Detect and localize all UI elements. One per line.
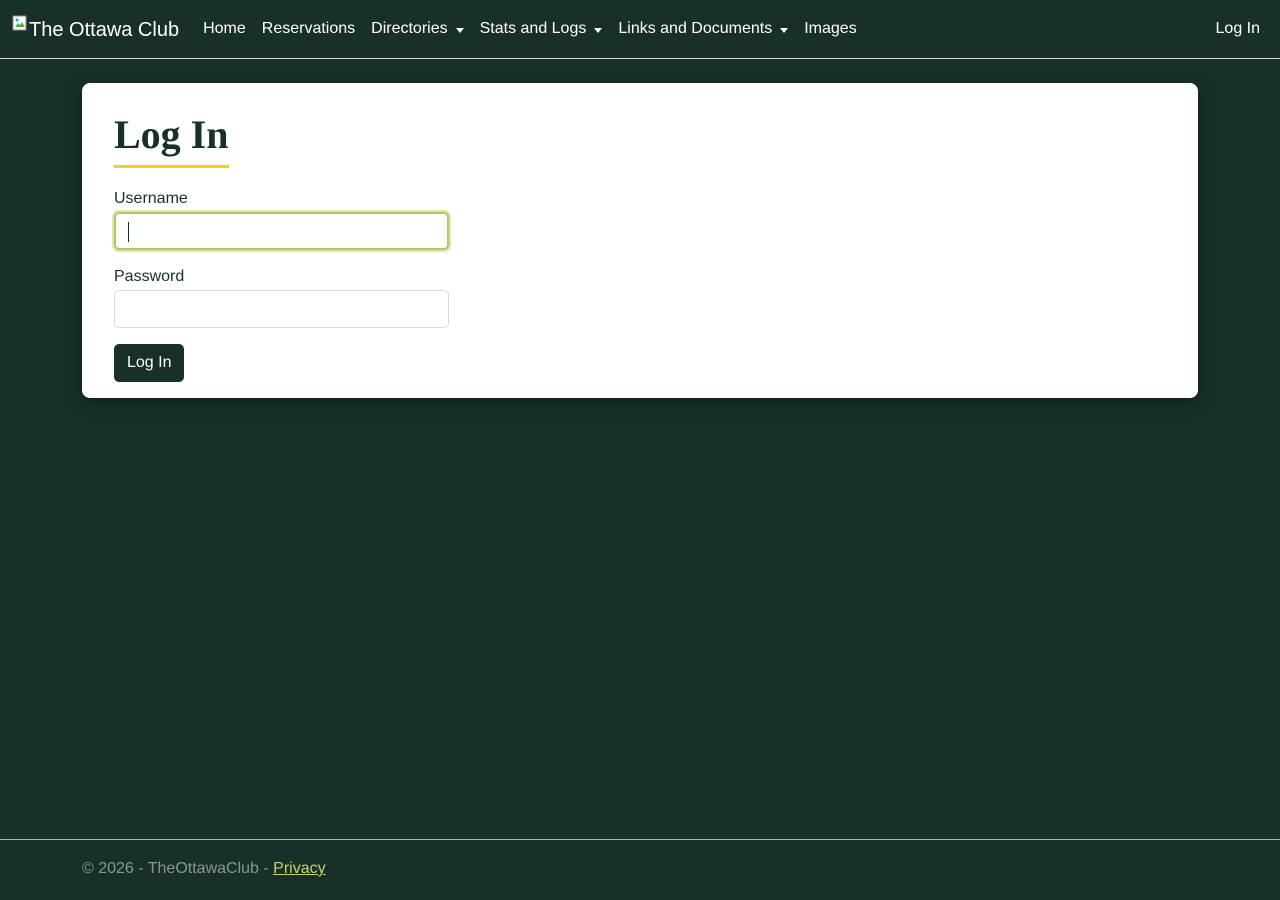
brand-link[interactable]: The Ottawa Club	[12, 15, 180, 42]
broken-image-icon	[12, 15, 27, 31]
nav-reservations-label: Reservations	[261, 20, 356, 37]
privacy-link[interactable]: Privacy	[273, 860, 325, 877]
footer: © 2026 - TheOttawaClub - Privacy	[0, 839, 1280, 900]
login-button[interactable]: Log In	[114, 344, 185, 382]
caret-down-icon	[780, 27, 789, 33]
nav-right: Log In	[1208, 12, 1268, 46]
text-cursor	[128, 222, 129, 242]
page-title: Log In	[114, 113, 229, 168]
nav-images-label: Images	[804, 20, 857, 37]
nav-directories-dropdown[interactable]: Directories	[363, 12, 471, 46]
caret-down-icon	[455, 27, 464, 33]
brand-text: The Ottawa Club	[29, 18, 180, 41]
top-navbar: The Ottawa Club Home Reservations Direct…	[0, 0, 1280, 59]
caret-down-icon	[594, 27, 603, 33]
username-input[interactable]	[114, 212, 449, 250]
nav-links-label: Links and Documents	[618, 20, 773, 37]
nav-images[interactable]: Images	[796, 12, 864, 46]
nav-stats-dropdown[interactable]: Stats and Logs	[472, 12, 611, 46]
username-label: Username	[114, 190, 188, 207]
footer-copyright: © 2026 - TheOttawaClub -	[82, 860, 274, 877]
main-nav: Home Reservations Directories Stats and …	[195, 12, 865, 46]
nav-reservations[interactable]: Reservations	[254, 12, 363, 46]
password-input[interactable]	[114, 290, 449, 328]
login-card: Log In Username Password Log In	[82, 83, 1198, 398]
nav-login-link[interactable]: Log In	[1208, 12, 1268, 46]
nav-directories-label: Directories	[371, 20, 448, 37]
password-label: Password	[114, 268, 185, 285]
nav-home-label: Home	[203, 20, 246, 37]
nav-login-label: Log In	[1215, 20, 1260, 37]
nav-home[interactable]: Home	[195, 12, 254, 46]
nav-stats-label: Stats and Logs	[479, 20, 587, 37]
nav-links-dropdown[interactable]: Links and Documents	[610, 12, 796, 46]
